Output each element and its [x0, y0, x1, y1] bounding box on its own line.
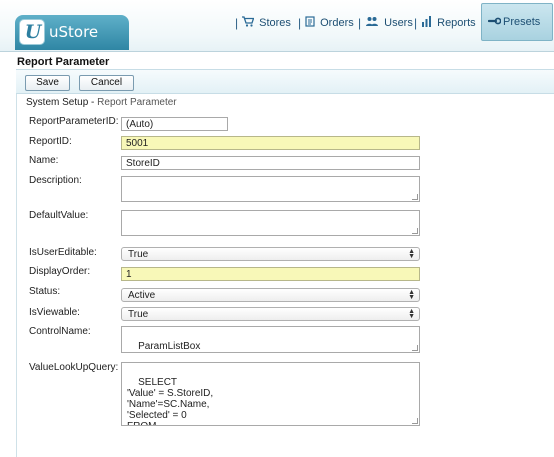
select-arrows-icon: ▲ ▼	[408, 308, 415, 320]
control-name-value: ParamListBox	[138, 341, 201, 352]
status-label: Status:	[29, 286, 61, 297]
name-field[interactable]: StoreID	[121, 156, 420, 170]
report-id-label: ReportID:	[29, 136, 72, 147]
nav-presets-label: Presets	[503, 16, 541, 28]
is-viewable-value: True	[128, 309, 149, 320]
name-label: Name:	[29, 155, 59, 166]
resize-grip-icon[interactable]	[412, 194, 418, 200]
nav-orders-label: Orders	[320, 17, 354, 29]
display-order-field[interactable]: 1	[121, 267, 420, 281]
users-icon	[365, 16, 379, 30]
cart-icon	[242, 16, 255, 30]
description-label: Description:	[29, 175, 82, 186]
control-name-label: ControlName:	[29, 326, 91, 337]
wrench-icon	[487, 16, 502, 29]
nav-separator: |	[298, 16, 302, 30]
default-value-label: DefaultValue:	[29, 210, 89, 221]
report-id-field[interactable]: 5001	[121, 136, 420, 150]
is-viewable-select[interactable]: True ▲ ▼	[121, 307, 420, 321]
logo-text: uStore	[49, 23, 99, 41]
report-parameter-id-label: ReportParameterID:	[29, 116, 119, 127]
toolbar: Save Cancel	[16, 69, 554, 94]
resize-grip-icon[interactable]	[412, 418, 418, 424]
page-title: Report Parameter	[17, 56, 110, 68]
breadcrumb: System Setup - Report Parameter	[26, 97, 177, 108]
is-viewable-label: IsViewable:	[29, 307, 80, 318]
breadcrumb-root: System Setup	[26, 97, 89, 108]
breadcrumb-separator: -	[88, 97, 98, 108]
value-lookup-query-textarea[interactable]: SELECT 'Value' = S.StoreID, 'Name'=SC.Na…	[121, 362, 420, 426]
nav-reports[interactable]: | Reports	[414, 16, 476, 30]
nav-users[interactable]: | Users	[358, 16, 413, 30]
control-name-textarea[interactable]: ParamListBox	[121, 326, 420, 353]
select-arrows-icon: ▲ ▼	[408, 248, 415, 260]
report-parameter-id-field: (Auto)	[121, 117, 228, 131]
orders-icon	[305, 16, 315, 30]
select-arrows-icon: ▲ ▼	[408, 289, 415, 301]
top-header: U uStore | Stores | Orders | Users | Rep…	[0, 0, 554, 52]
form-panel: System Setup - Report Parameter ReportPa…	[16, 94, 554, 457]
save-button[interactable]: Save	[25, 75, 70, 91]
value-lookup-query-value: SELECT 'Value' = S.StoreID, 'Name'=SC.Na…	[127, 377, 214, 425]
nav-presets-active-tab[interactable]: Presets	[481, 3, 553, 41]
status-select[interactable]: Active ▲ ▼	[121, 288, 420, 302]
nav-separator: |	[235, 16, 239, 30]
nav-users-label: Users	[384, 17, 413, 29]
nav-separator: |	[414, 16, 418, 30]
is-user-editable-select[interactable]: True ▲ ▼	[121, 247, 420, 261]
default-value-textarea[interactable]	[121, 210, 420, 236]
description-textarea[interactable]	[121, 176, 420, 202]
bar-chart-icon	[421, 16, 432, 30]
breadcrumb-current: Report Parameter	[97, 97, 177, 108]
nav-separator: |	[358, 16, 362, 30]
is-user-editable-label: IsUserEditable:	[29, 247, 97, 258]
nav-stores-label: Stores	[259, 17, 291, 29]
nav-reports-label: Reports	[437, 17, 476, 29]
resize-grip-icon[interactable]	[412, 228, 418, 234]
cancel-button[interactable]: Cancel	[79, 75, 134, 91]
ustore-logo-icon: U	[19, 19, 45, 45]
nav-stores[interactable]: | Stores	[235, 16, 291, 30]
is-user-editable-value: True	[128, 249, 149, 260]
resize-grip-icon[interactable]	[412, 345, 418, 351]
value-lookup-query-label: ValueLookUpQuery:	[29, 362, 119, 373]
nav-orders[interactable]: | Orders	[298, 16, 354, 30]
ustore-logo[interactable]: U uStore	[15, 15, 129, 50]
display-order-label: DisplayOrder:	[29, 266, 91, 277]
status-value: Active	[128, 290, 156, 301]
